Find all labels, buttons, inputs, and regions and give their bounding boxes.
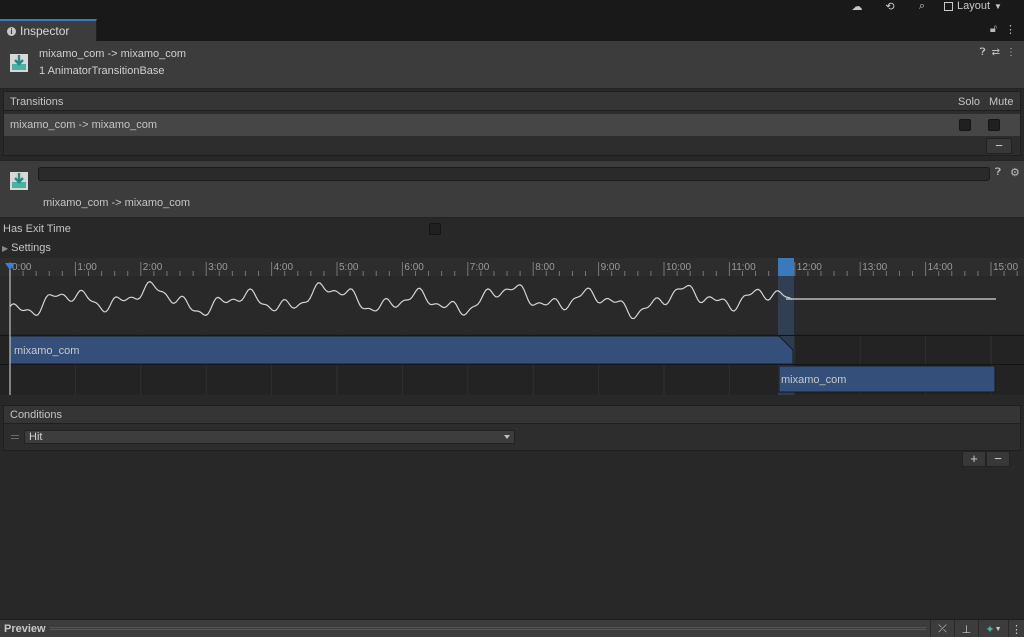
preset-icon[interactable]: ⇄ (992, 47, 1000, 58)
tab-strip: i Inspector 🔓︎ ⋮ (0, 19, 1024, 41)
pivot-icon[interactable]: ⊥ (954, 620, 978, 637)
mute-column-label: Mute (989, 96, 1014, 108)
timeline-tick-label: 1:00 (77, 262, 97, 273)
transition-row-label: mixamo_com -> mixamo_com (10, 119, 158, 131)
remove-condition-button[interactable]: − (986, 451, 1010, 467)
solo-column-label: Solo (958, 96, 981, 108)
transition-row[interactable]: mixamo_com -> mixamo_com (4, 114, 1020, 136)
timeline-tick-label: 11:00 (731, 262, 756, 273)
transition-name-input[interactable] (38, 167, 990, 181)
header-title: mixamo_com -> mixamo_com (39, 48, 187, 60)
preview-bar[interactable]: Preview ⤫ ⊥ ✦ ▼ ⋮ (0, 619, 1024, 637)
settings-label: Settings (11, 242, 51, 254)
conditions-title: Conditions (10, 409, 62, 421)
top-toolbar: ☁ ⟲ ⌕ Layout ▼ (0, 0, 1024, 19)
timeline-tick-label: 2:00 (143, 262, 163, 273)
more-options-icon[interactable]: ⋮ (1006, 47, 1016, 58)
help-icon[interactable]: ❓︎ (980, 47, 986, 58)
transitions-title: Transitions (10, 96, 64, 108)
has-exit-time-checkbox[interactable] (429, 223, 441, 235)
timeline-tick-label: 14:00 (928, 262, 953, 273)
transition-detail: ❓︎ ⚙ mixamo_com -> mixamo_com (0, 160, 1024, 218)
more-options-icon[interactable]: ⋮ (1005, 23, 1016, 36)
remove-transition-button[interactable]: − (986, 138, 1012, 154)
avatar-icon[interactable]: ✦ ▼ (978, 620, 1008, 637)
layout-icon (944, 1, 953, 11)
help-icon[interactable]: ❓︎ (995, 167, 1001, 178)
timeline-tick-label: 6:00 (404, 262, 424, 273)
conditions-list: Conditions Hit (3, 405, 1021, 451)
inspector-header: mixamo_com -> mixamo_com 1 AnimatorTrans… (0, 41, 1024, 89)
destination-clip-label: mixamo_com (781, 374, 847, 386)
transitions-list: Transitions Solo Mute mixamo_com -> mixa… (3, 91, 1021, 156)
settings-foldout[interactable]: ▶ Settings (2, 242, 51, 254)
timeline-graphic: 0:00 1:00 2:00 3:00 4:00 5:00 6:00 7:00 8:00 9:00… (0, 258, 1024, 395)
more-options-icon[interactable]: ⋮ (1008, 620, 1024, 637)
conditions-header: Conditions (4, 406, 1020, 424)
condition-parameter-value: Hit (29, 431, 43, 443)
timeline-tick-label: 7:00 (470, 262, 490, 273)
mute-checkbox[interactable] (988, 119, 1000, 131)
tab-inspector[interactable]: i Inspector (0, 19, 97, 41)
history-icon[interactable]: ⟲ (883, 0, 897, 13)
solo-checkbox[interactable] (959, 119, 971, 131)
transition-timeline[interactable]: 0:00 1:00 2:00 3:00 4:00 5:00 6:00 7:00 8:00 9:00… (0, 258, 1024, 395)
transition-label: mixamo_com -> mixamo_com (43, 197, 191, 209)
layout-label: Layout (957, 0, 991, 12)
header-subtitle: 1 AnimatorTransitionBase (39, 65, 165, 77)
source-clip-bar[interactable] (9, 335, 794, 365)
layout-dropdown[interactable]: Layout ▼ (944, 0, 1002, 12)
preview-label: Preview (4, 623, 46, 635)
transition-asset-icon (10, 172, 28, 190)
transition-asset-icon (10, 54, 28, 72)
source-clip-label: mixamo_com (14, 345, 80, 357)
foldout-arrow-icon: ▶ (2, 243, 9, 253)
gear-icon[interactable]: ⚙ (1010, 166, 1020, 179)
drag-handle-icon[interactable] (11, 435, 19, 439)
timeline-tick-label: 4:00 (274, 262, 294, 273)
search-icon[interactable]: ⌕ (915, 0, 929, 13)
timeline-tick-label: 3:00 (208, 262, 228, 273)
timeline-tick-label: 9:00 (601, 262, 621, 273)
timeline-tick-label: 8:00 (535, 262, 555, 273)
add-condition-button[interactable]: + (962, 451, 986, 467)
tab-label: Inspector (20, 24, 70, 38)
play-toggle-icon[interactable]: ⤫ (930, 620, 954, 637)
info-icon: i (7, 26, 16, 36)
transition-start-handle[interactable] (778, 258, 794, 276)
timeline-tick-label: 15:00 (993, 262, 1018, 273)
transitions-header: Transitions Solo Mute (4, 92, 1020, 111)
timeline-tick-label: 5:00 (339, 262, 359, 273)
timeline-tick-label: 12:00 (797, 262, 822, 273)
timeline-tick-label: 13:00 (862, 262, 887, 273)
chevron-down-icon (504, 435, 510, 439)
preview-drag-grip[interactable] (50, 627, 926, 630)
condition-parameter-dropdown[interactable]: Hit (24, 430, 515, 444)
chevron-down-icon: ▼ (994, 1, 1002, 11)
timeline-tick-label: 0:00 (12, 262, 32, 273)
account-icon[interactable]: ☁ (850, 0, 864, 13)
has-exit-time-label: Has Exit Time (3, 223, 71, 235)
timeline-tick-label: 10:00 (666, 262, 691, 273)
lock-icon[interactable]: 🔓︎ (990, 23, 997, 36)
